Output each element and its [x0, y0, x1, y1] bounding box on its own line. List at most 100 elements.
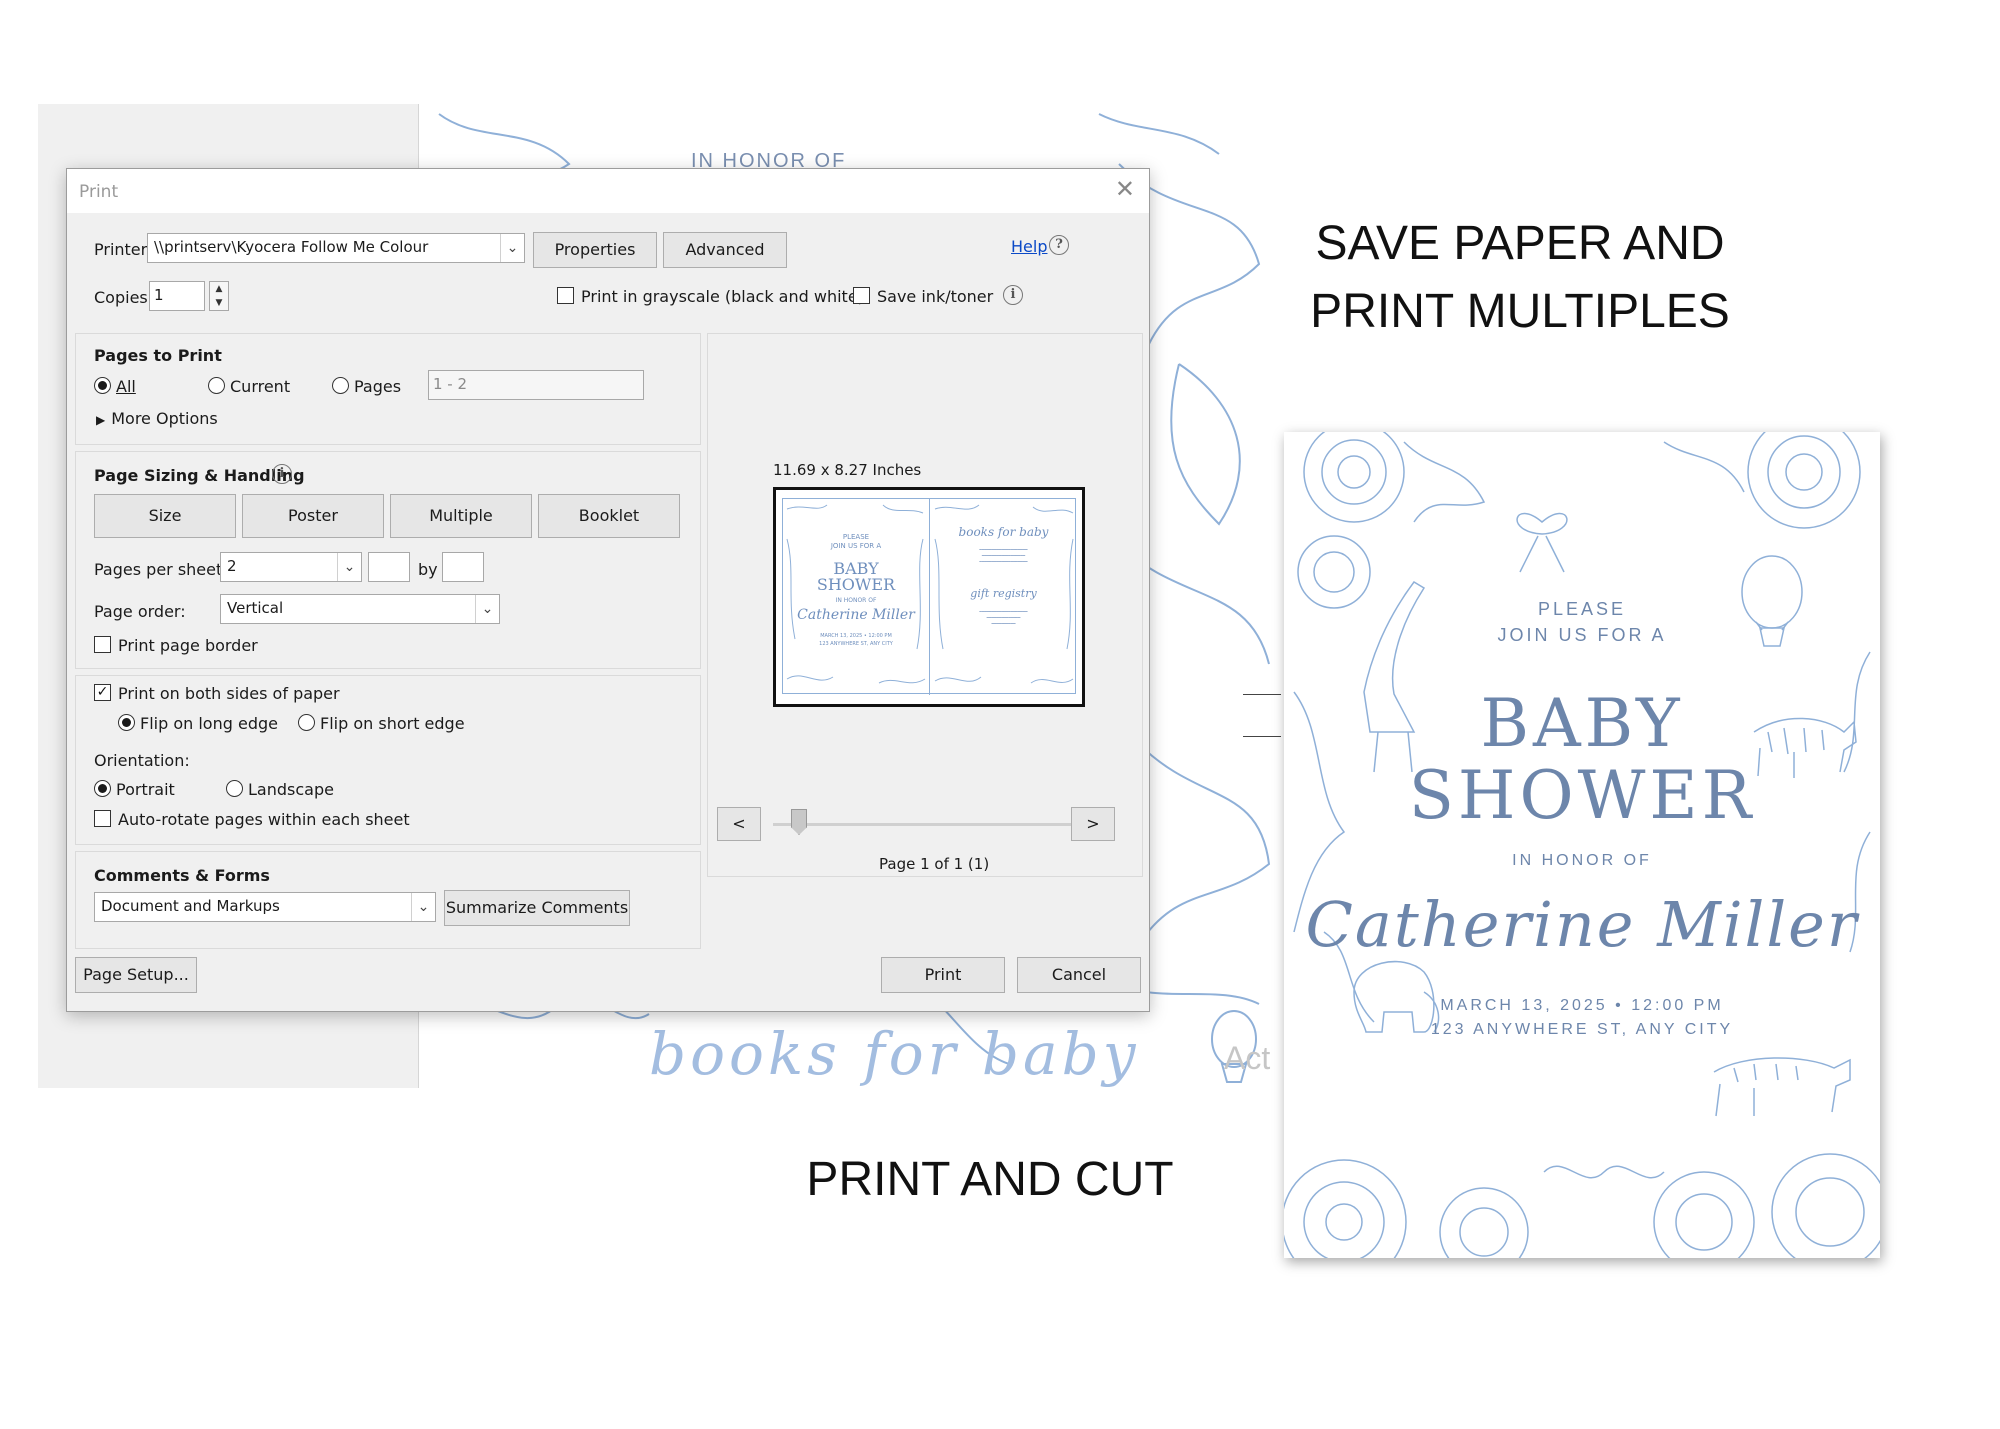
- expand-triangle-icon: ▶: [96, 413, 106, 427]
- help-icon[interactable]: ?: [1049, 235, 1069, 255]
- card-details: MARCH 13, 2025 • 12:00 PM 123 ANYWHERE S…: [1284, 994, 1880, 1042]
- page-order-label: Page order:: [94, 602, 186, 621]
- page-divider-bottom: [1243, 736, 1281, 737]
- headline: SAVE PAPER AND PRINT MULTIPLES: [1290, 210, 1750, 346]
- pages-range-label: Pages: [354, 377, 402, 396]
- pages-all-radio[interactable]: [94, 377, 111, 394]
- copies-stepper[interactable]: ▲ ▼: [209, 281, 229, 311]
- portrait-label: Portrait: [116, 780, 175, 799]
- pages-current-radio[interactable]: [208, 377, 225, 394]
- size-button[interactable]: Size: [94, 494, 236, 538]
- multiple-button[interactable]: Multiple: [390, 494, 532, 538]
- invitation-card: PLEASE JOIN US FOR A BABY SHOWER IN HONO…: [1284, 432, 1880, 1258]
- dialog-title: Print: [79, 182, 119, 202]
- auto-rotate-checkbox[interactable]: [94, 810, 111, 827]
- print-dialog: Print ✕ Printer: \\printserv\Kyocera Fol…: [66, 168, 1150, 1012]
- comments-forms-select[interactable]: Document and Markups ⌄: [94, 892, 436, 922]
- pages-current-label: Current: [230, 377, 291, 396]
- preview-slider-track[interactable]: [773, 823, 1105, 826]
- card-floral-art: [1284, 432, 1880, 1258]
- page-sizing-group: Page Sizing & Handling i Size Poster Mul…: [75, 451, 701, 669]
- pages-to-print-group: Pages to Print All Current Pages 1 - 2 ▶…: [75, 333, 701, 445]
- flip-long-label: Flip on long edge: [140, 714, 278, 733]
- landscape-radio[interactable]: [226, 780, 243, 797]
- pages-range-radio[interactable]: [332, 377, 349, 394]
- booklet-button[interactable]: Booklet: [538, 494, 680, 538]
- card-please: PLEASE: [1537, 599, 1627, 619]
- save-ink-checkbox[interactable]: [853, 287, 870, 304]
- page-order-select[interactable]: Vertical ⌄: [220, 594, 500, 624]
- previous-page-button[interactable]: <: [717, 807, 761, 841]
- card-please-text: PLEASE JOIN US FOR A: [1284, 596, 1880, 648]
- grayscale-checkbox[interactable]: [557, 287, 574, 304]
- page-counter-label: Page 1 of 1 (1): [879, 855, 990, 873]
- flip-long-radio[interactable]: [118, 714, 135, 731]
- comments-forms-value: Document and Markups: [101, 897, 280, 915]
- card-title: BABY SHOWER: [1284, 688, 1880, 832]
- grid-columns-input[interactable]: [368, 552, 410, 582]
- orientation-label: Orientation:: [94, 751, 190, 770]
- printer-value: \\printserv\Kyocera Follow Me Colour: [154, 238, 429, 256]
- chevron-down-icon: ⌄: [475, 595, 499, 623]
- printer-select[interactable]: \\printserv\Kyocera Follow Me Colour ⌄: [147, 233, 525, 263]
- page-divider-top: [1243, 694, 1281, 695]
- card-honoree-name: Catherine Miller: [1305, 888, 1859, 961]
- poster-button[interactable]: Poster: [242, 494, 384, 538]
- preview-sheet: PLEASE JOIN US FOR A BABY SHOWER IN HONO…: [782, 498, 1076, 695]
- landscape-label: Landscape: [248, 780, 334, 799]
- dialog-body: Printer: \\printserv\Kyocera Follow Me C…: [67, 213, 1149, 1011]
- pages-all-label: All: [116, 377, 136, 396]
- next-page-button[interactable]: >: [1071, 807, 1115, 841]
- properties-button[interactable]: Properties: [533, 232, 657, 268]
- help-link[interactable]: Help: [1011, 237, 1047, 256]
- page-setup-button[interactable]: Page Setup...: [75, 957, 197, 993]
- portrait-radio[interactable]: [94, 780, 111, 797]
- background-books-for-baby-text: books for baby: [649, 1020, 1140, 1088]
- preview-size-label: 11.69 x 8.27 Inches: [773, 461, 922, 479]
- print-border-checkbox[interactable]: [94, 636, 111, 653]
- copies-label: Copies:: [94, 288, 154, 307]
- chevron-down-icon: ⌄: [337, 553, 361, 581]
- more-options-toggle[interactable]: ▶ More Options: [96, 409, 218, 428]
- card-date: MARCH 13, 2025 • 12:00 PM: [1440, 997, 1724, 1014]
- flip-short-label: Flip on short edge: [320, 714, 465, 733]
- save-ink-label: Save ink/toner: [877, 287, 994, 306]
- pages-per-sheet-select[interactable]: 2 ⌄: [220, 552, 362, 582]
- info-icon[interactable]: i: [1003, 285, 1023, 305]
- card-join: JOIN US FOR A: [1497, 625, 1667, 645]
- copies-input[interactable]: 1: [149, 281, 205, 311]
- card-in-honor-of: IN HONOR OF: [1512, 852, 1652, 869]
- pages-range-input[interactable]: 1 - 2: [428, 370, 644, 400]
- auto-rotate-label: Auto-rotate pages within each sheet: [118, 810, 410, 829]
- pages-per-sheet-value: 2: [227, 557, 237, 575]
- pages-per-sheet-label: Pages per sheet:: [94, 560, 228, 579]
- page-order-value: Vertical: [227, 599, 284, 617]
- print-and-cut-text: PRINT AND CUT: [806, 1153, 1174, 1206]
- grid-rows-input[interactable]: [442, 552, 484, 582]
- comments-forms-group: Comments & Forms Document and Markups ⌄ …: [75, 851, 701, 949]
- grayscale-label: Print in grayscale (black and white): [581, 287, 864, 306]
- preview-floral-art: [786, 504, 1074, 684]
- print-border-label: Print page border: [118, 636, 258, 655]
- duplex-group: ✓ Print on both sides of paper Flip on l…: [75, 675, 701, 845]
- both-sides-checkbox[interactable]: ✓: [94, 684, 111, 701]
- info-icon[interactable]: i: [272, 464, 292, 484]
- printer-label: Printer:: [94, 240, 153, 259]
- more-options-label: More Options: [111, 409, 218, 428]
- chevron-down-icon: ⌄: [411, 893, 435, 921]
- advanced-button[interactable]: Advanced: [663, 232, 787, 268]
- print-preview: PLEASE JOIN US FOR A BABY SHOWER IN HONO…: [773, 487, 1085, 707]
- card-baby: BABY: [1480, 685, 1684, 762]
- headline-line-1: SAVE PAPER AND: [1315, 217, 1725, 270]
- activation-watermark-text: Act: [1224, 1040, 1271, 1076]
- chevron-down-icon: ⌄: [500, 234, 524, 262]
- print-button[interactable]: Print: [881, 957, 1005, 993]
- flip-short-radio[interactable]: [298, 714, 315, 731]
- summarize-comments-button[interactable]: Summarize Comments: [444, 890, 630, 926]
- comments-forms-title: Comments & Forms: [94, 866, 270, 885]
- by-label: by: [418, 560, 438, 579]
- headline-line-2: PRINT MULTIPLES: [1310, 285, 1730, 338]
- cancel-button[interactable]: Cancel: [1017, 957, 1141, 993]
- card-shower: SHOWER: [1408, 757, 1756, 834]
- close-icon[interactable]: ✕: [1115, 175, 1135, 203]
